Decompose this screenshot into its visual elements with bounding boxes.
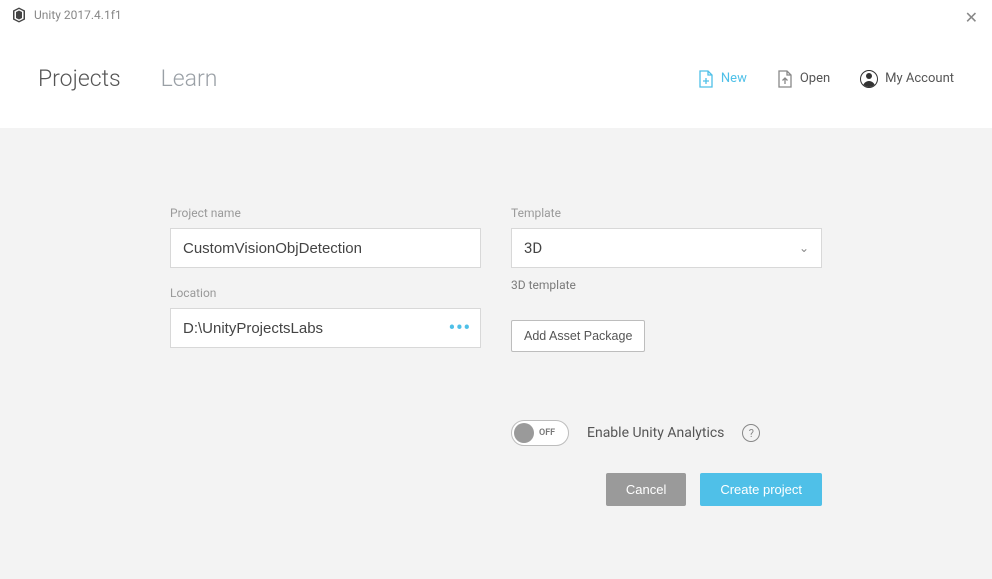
footer-buttons: Cancel Create project <box>606 473 822 506</box>
new-label: New <box>721 71 747 86</box>
template-selected: 3D <box>524 239 542 257</box>
header-actions: New Open My Account <box>698 70 954 88</box>
chevron-down-icon: ⌄ <box>799 241 809 255</box>
add-asset-package-button[interactable]: Add Asset Package <box>511 320 645 352</box>
open-file-icon <box>777 70 793 88</box>
account-button[interactable]: My Account <box>860 70 954 88</box>
analytics-row: OFF Enable Unity Analytics ? <box>511 420 822 446</box>
analytics-toggle[interactable]: OFF <box>511 420 569 446</box>
location-input[interactable] <box>170 308 481 348</box>
new-button[interactable]: New <box>698 70 747 88</box>
avatar-icon <box>860 70 878 88</box>
cancel-button[interactable]: Cancel <box>606 473 686 506</box>
location-label: Location <box>170 286 481 300</box>
close-icon[interactable]: ✕ <box>965 8 978 27</box>
toggle-knob <box>514 423 534 443</box>
right-column: Template 3D ⌄ 3D template Add Asset Pack… <box>511 206 822 579</box>
content-area: Project name Location ••• Template 3D ⌄ … <box>0 128 992 579</box>
template-select[interactable]: 3D ⌄ <box>511 228 822 268</box>
project-name-input[interactable] <box>170 228 481 268</box>
browse-location-icon[interactable]: ••• <box>449 318 471 339</box>
header: Projects Learn New Open My Account <box>0 30 992 128</box>
location-group: Location ••• <box>170 286 481 348</box>
window-title: Unity 2017.4.1f1 <box>34 8 122 22</box>
template-label: Template <box>511 206 822 220</box>
open-button[interactable]: Open <box>777 70 830 88</box>
template-group: Template 3D ⌄ 3D template <box>511 206 822 292</box>
project-name-label: Project name <box>170 206 481 220</box>
new-file-icon <box>698 70 714 88</box>
title-bar: Unity 2017.4.1f1 ✕ <box>0 0 992 30</box>
location-wrapper: ••• <box>170 308 481 348</box>
analytics-label: Enable Unity Analytics <box>587 425 724 441</box>
tabs: Projects Learn <box>38 65 217 92</box>
open-label: Open <box>800 71 830 86</box>
toggle-state-label: OFF <box>539 428 555 438</box>
template-hint: 3D template <box>511 278 822 292</box>
tab-learn[interactable]: Learn <box>161 65 218 92</box>
create-project-button[interactable]: Create project <box>700 473 822 506</box>
tab-projects[interactable]: Projects <box>38 65 121 92</box>
left-column: Project name Location ••• <box>170 206 481 579</box>
project-name-group: Project name <box>170 206 481 268</box>
account-label: My Account <box>885 71 954 86</box>
unity-logo-icon <box>10 6 28 24</box>
help-icon[interactable]: ? <box>742 424 760 442</box>
